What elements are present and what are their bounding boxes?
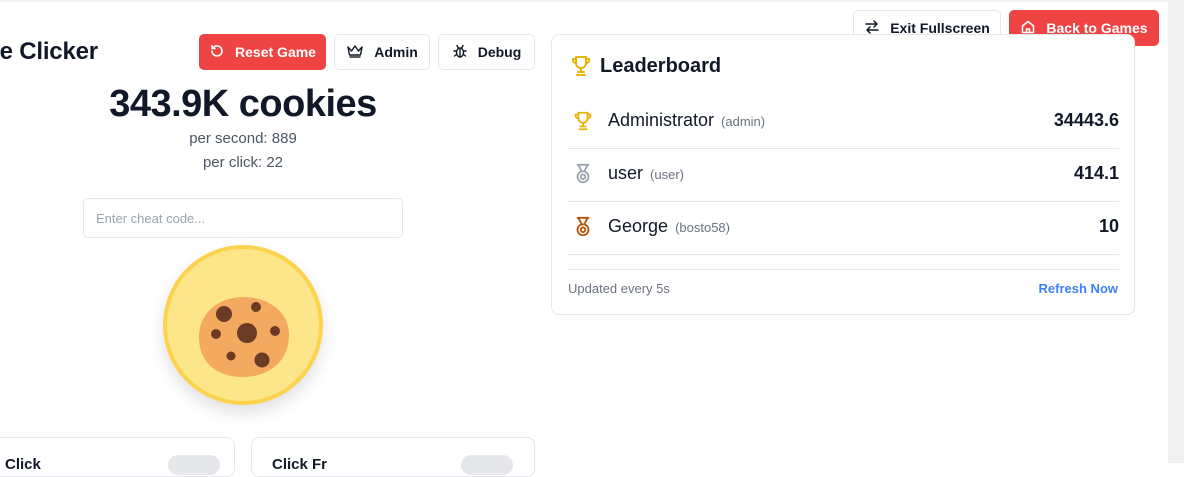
admin-button[interactable]: Admin <box>334 34 430 70</box>
upgrade-card[interactable]: Click <box>0 437 235 477</box>
player-username: (user) <box>650 167 684 182</box>
player-name: Administrator (admin) <box>608 110 766 130</box>
trophy-icon <box>569 54 593 83</box>
bug-icon <box>452 43 468 62</box>
player-username: (admin) <box>721 114 766 129</box>
game-title: kie Clicker <box>0 38 98 65</box>
upgrade-name: Click <box>5 456 41 473</box>
leaderboard-row: George (bosto58) 10 <box>568 201 1119 255</box>
update-interval-text: Updated every 5s <box>568 281 670 296</box>
silver-medal-icon <box>572 163 594 190</box>
big-cookie-button[interactable] <box>163 245 323 405</box>
upgrade-name: Click Fr <box>272 456 328 473</box>
upgrade-cost-badge <box>168 455 220 475</box>
player-score: 10 <box>1098 216 1119 236</box>
cookie-count: 343.9K cookies <box>109 83 377 125</box>
player-score: 34443.6 <box>1053 110 1119 130</box>
refresh-now-link[interactable]: Refresh Now <box>1039 281 1118 296</box>
debug-button[interactable]: Debug <box>438 34 535 70</box>
per-click-stat: per click: 22 <box>202 154 284 171</box>
player-name: George (bosto58) <box>608 216 730 236</box>
leaderboard-title: Leaderboard <box>600 55 722 77</box>
scrollbar-track[interactable] <box>1168 0 1184 463</box>
player-name: user (user) <box>608 163 684 183</box>
leaderboard-row: Administrator (admin) 34443.6 <box>568 95 1119 149</box>
admin-label: Admin <box>374 44 418 60</box>
rotate-ccw-icon <box>209 43 225 62</box>
upgrade-cost-badge <box>461 455 513 475</box>
cookie-icon <box>199 297 289 377</box>
leaderboard-card: Leaderboard Administrator (admin) 34443.… <box>551 34 1135 315</box>
leaderboard-divider <box>568 269 1119 270</box>
debug-label: Debug <box>477 44 522 60</box>
player-score: 414.1 <box>1073 163 1119 183</box>
bronze-medal-icon <box>572 216 594 243</box>
leaderboard-row: user (user) 414.1 <box>568 148 1119 202</box>
reset-game-button[interactable]: Reset Game <box>199 34 326 70</box>
reset-game-label: Reset Game <box>235 44 316 60</box>
cheat-code-input[interactable] <box>83 198 403 238</box>
crown-icon <box>346 43 364 62</box>
player-username: (bosto58) <box>675 220 730 235</box>
upgrade-card[interactable]: Click Fr <box>251 437 535 477</box>
trophy-icon <box>572 110 594 137</box>
top-border <box>0 0 1168 2</box>
per-second-stat: per second: 889 <box>189 130 297 147</box>
